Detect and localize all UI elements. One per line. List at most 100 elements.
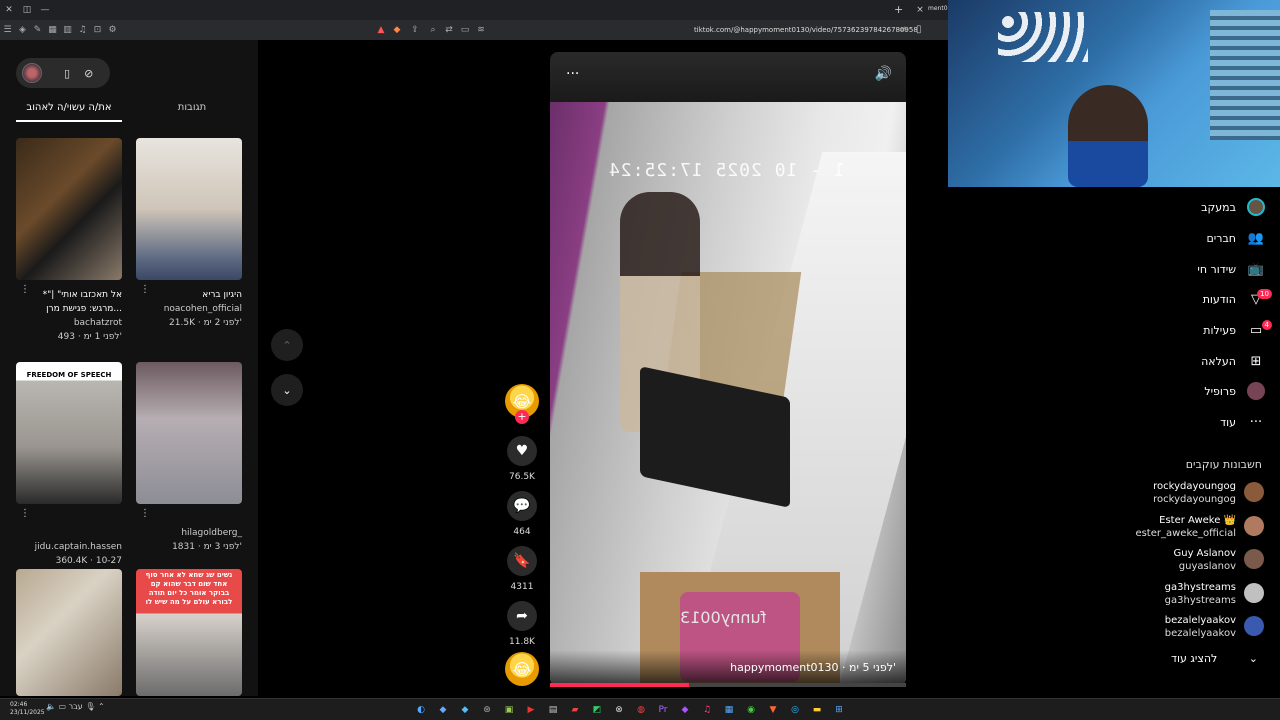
app-icon[interactable]: ▶ bbox=[520, 701, 542, 719]
sidebar-icon[interactable]: ▥ bbox=[60, 20, 75, 40]
chrome-icon[interactable]: ◉ bbox=[740, 701, 762, 719]
creator-avatar-button[interactable]: 😂 + bbox=[500, 384, 544, 424]
video-title[interactable] bbox=[16, 512, 122, 540]
shield-icon[interactable]: ◈ bbox=[15, 20, 30, 40]
tab-title[interactable]: ment0 bbox=[928, 5, 948, 12]
following-account[interactable]: ga3hystreams ga3hystreams bbox=[1114, 581, 1264, 611]
app-icon[interactable]: ◩ bbox=[586, 701, 608, 719]
app-icon[interactable]: ◆ bbox=[454, 701, 476, 719]
comment-action[interactable]: 💬 464 bbox=[500, 491, 544, 537]
following-account[interactable]: Ester Aweke 👑 ester_aweke_official bbox=[1114, 514, 1264, 544]
more-options-icon[interactable]: ⋮ bbox=[140, 284, 150, 295]
following-account[interactable]: rockydayoungog rockydayoungog bbox=[1114, 480, 1264, 510]
like-action[interactable]: ♥ 76.5K bbox=[500, 436, 544, 482]
video-thumbnail[interactable] bbox=[16, 138, 122, 280]
next-video-button[interactable]: ⌄ bbox=[271, 374, 303, 406]
reload-icon[interactable]: ⇌ bbox=[896, 23, 910, 37]
volume-tray-icon[interactable]: 🔈 bbox=[46, 702, 56, 711]
windows-icon[interactable]: ⊞ bbox=[828, 701, 850, 719]
video-title[interactable] bbox=[136, 512, 242, 526]
edit-icon[interactable]: ✎ bbox=[30, 20, 45, 40]
comment-icon[interactable]: 💬 bbox=[507, 491, 537, 521]
music-app-icon[interactable]: ♫ bbox=[696, 701, 718, 719]
steam-icon[interactable]: ◐ bbox=[410, 701, 432, 719]
app-icon[interactable]: ▤ bbox=[542, 701, 564, 719]
video-frame[interactable]: 1 - 10 2025 17:25:24 funny0013 bbox=[550, 102, 906, 686]
video-thumbnail[interactable]: FREEDOM OF SPEECH bbox=[16, 362, 122, 504]
app-icon[interactable]: ◆ bbox=[432, 701, 454, 719]
zoom-icon[interactable]: ⌕ bbox=[426, 23, 440, 37]
video-card[interactable]: ⋮ היגיון בריא noacohen_official 21.5K · … bbox=[136, 138, 242, 330]
premiere-icon[interactable]: Pr bbox=[652, 701, 674, 719]
chevron-up-icon[interactable]: ⌃ bbox=[98, 702, 105, 711]
screenshot-icon[interactable]: ⊡ bbox=[90, 20, 105, 40]
reader-icon[interactable]: ≋ bbox=[474, 23, 488, 37]
bookmark-icon[interactable]: ▯ bbox=[916, 24, 922, 35]
mic-tray-icon[interactable]: 🎙 bbox=[85, 702, 95, 711]
video-title[interactable]: היגיון בריא bbox=[136, 288, 242, 302]
app-icon[interactable]: ◆ bbox=[674, 701, 696, 719]
address-bar[interactable]: tiktok.com/@happymoment0130/video/757362… bbox=[694, 26, 918, 34]
tab-you-may-like[interactable]: את/ה עשוי/ה לאהוב bbox=[16, 98, 122, 122]
minecraft-icon[interactable]: ▣ bbox=[498, 701, 520, 719]
alert-icon[interactable]: ▲ bbox=[374, 23, 388, 37]
video-author-caption[interactable]: happymoment0130 · לפני 5 ימ' bbox=[730, 661, 896, 674]
brave-shield-icon[interactable]: ◆ bbox=[390, 23, 404, 37]
nav-upload[interactable]: העלאה ⊞ bbox=[1201, 346, 1266, 376]
extensions-icon[interactable]: ⚙ bbox=[105, 20, 120, 40]
app-icon[interactable]: ▰ bbox=[564, 701, 586, 719]
video-author[interactable]: bachatzrot bbox=[16, 316, 122, 330]
tab-comments[interactable]: תגובות bbox=[132, 98, 252, 122]
nav-live[interactable]: שידור חי 📺 bbox=[1197, 254, 1266, 284]
creator-avatar[interactable] bbox=[22, 63, 42, 83]
video-card[interactable]: ⋮ *"אל תאכזבו אותי" | מרגש: פגישת מרן...… bbox=[16, 138, 122, 344]
following-account[interactable]: Guy Aslanov guyaslanov bbox=[1114, 547, 1264, 577]
translate-icon[interactable]: ⇄ bbox=[442, 23, 456, 37]
share-icon[interactable]: ➦ bbox=[507, 601, 537, 631]
video-card[interactable]: נשים שנ שחא לא אחר סוף אחד שום דבר שהוא … bbox=[136, 569, 242, 696]
video-author[interactable]: jidu.captain.hassen bbox=[16, 540, 122, 554]
compass-icon[interactable]: ⊘ bbox=[84, 67, 93, 80]
video-player[interactable]: ··· 🔊 1 - 10 2025 17:25:24 funny0013 hap… bbox=[550, 52, 906, 686]
new-tab-button[interactable]: + bbox=[894, 3, 903, 16]
video-title[interactable]: *"אל תאכזבו אותי" | מרגש: פגישת מרן... bbox=[16, 288, 122, 316]
more-options-icon[interactable]: ⋮ bbox=[140, 508, 150, 519]
video-thumbnail[interactable] bbox=[136, 362, 242, 504]
video-thumbnail[interactable] bbox=[136, 138, 242, 280]
bookmark-action[interactable]: 🔖 4311 bbox=[500, 546, 544, 592]
grid-icon[interactable]: ▦ bbox=[45, 20, 60, 40]
video-author[interactable]: hilagoldberg_ bbox=[136, 526, 242, 540]
app-icon[interactable]: ⊛ bbox=[476, 701, 498, 719]
tab-close-button[interactable]: × bbox=[914, 4, 926, 16]
minimize-icon[interactable]: — bbox=[36, 0, 54, 20]
app-icon[interactable]: ▦ bbox=[718, 701, 740, 719]
app-icon[interactable]: ◍ bbox=[630, 701, 652, 719]
following-account[interactable]: bezalelyaakov bezalelyaakov bbox=[1114, 614, 1264, 644]
restore-icon[interactable]: ◫ bbox=[18, 0, 36, 20]
follow-button[interactable]: + bbox=[515, 410, 529, 424]
nav-following[interactable]: במעקב bbox=[1201, 192, 1266, 222]
cast-icon[interactable]: ▭ bbox=[458, 23, 472, 37]
heart-icon[interactable]: ♥ bbox=[507, 436, 537, 466]
system-tray[interactable]: 🔈 ▭ עבר 🎙 ⌃ bbox=[46, 702, 105, 711]
video-thumbnail[interactable] bbox=[16, 569, 122, 696]
video-progress-bar[interactable] bbox=[550, 683, 906, 687]
more-options-icon[interactable]: ⋮ bbox=[20, 284, 30, 295]
more-options-icon[interactable]: ⋮ bbox=[20, 508, 30, 519]
brave-icon[interactable]: ▼ bbox=[762, 701, 784, 719]
video-card[interactable]: ⋮ hilagoldberg_ 1831 · לפני 3 ימ' bbox=[136, 362, 242, 554]
chatgpt-icon[interactable]: ⊗ bbox=[608, 701, 630, 719]
folder-icon[interactable]: ▬ bbox=[806, 701, 828, 719]
nav-more[interactable]: עוד ··· bbox=[1220, 407, 1266, 437]
nav-profile[interactable]: פרופיל bbox=[1204, 376, 1266, 406]
share-icon[interactable]: ⇪ bbox=[408, 23, 422, 37]
language-indicator[interactable]: עבר bbox=[69, 702, 83, 711]
video-card[interactable] bbox=[16, 569, 122, 696]
video-thumbnail[interactable]: נשים שנ שחא לא אחר סוף אחד שום דבר שהוא … bbox=[136, 569, 242, 696]
show-more-button[interactable]: להציג עוד ⌄ bbox=[1171, 652, 1258, 665]
network-tray-icon[interactable]: ▭ bbox=[59, 702, 67, 711]
share-action[interactable]: ➦ 11.8K bbox=[500, 601, 544, 647]
video-card[interactable]: FREEDOM OF SPEECH ⋮ jidu.captain.hassen … bbox=[16, 362, 122, 568]
video-author[interactable]: noacohen_official bbox=[136, 302, 242, 316]
phone-icon[interactable]: ▯ bbox=[64, 67, 70, 80]
